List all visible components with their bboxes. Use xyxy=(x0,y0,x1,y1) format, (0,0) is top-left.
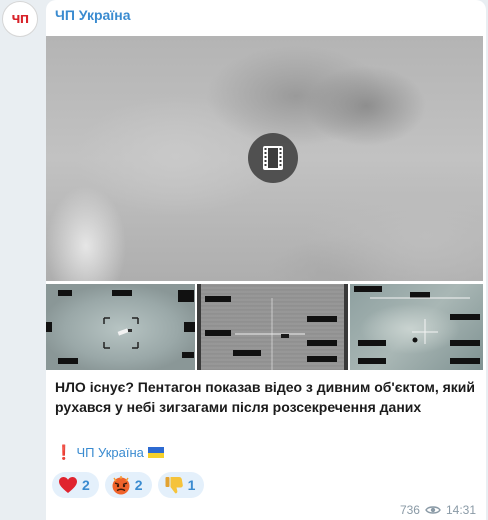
play-video-button[interactable] xyxy=(248,133,298,183)
eye-icon xyxy=(425,506,441,514)
reactions-bar: 2 2 1 xyxy=(52,472,205,498)
message-time: 14:31 xyxy=(445,503,476,517)
message-bubble: ЧП Україна НЛО існує? Пентагон показав в… xyxy=(46,0,486,520)
reaction-count: 2 xyxy=(134,477,143,493)
thumbs-down-icon xyxy=(165,477,183,494)
thumbnail-2[interactable] xyxy=(197,284,348,370)
signature-link[interactable]: ❗ ЧП Україна xyxy=(55,444,164,461)
reaction-count: 2 xyxy=(82,477,90,493)
media-thumbnails xyxy=(46,284,483,370)
message-text: НЛО існує? Пентагон показав відео з дивн… xyxy=(55,379,476,415)
reaction-angry[interactable]: 2 xyxy=(104,472,152,498)
angry-face-icon xyxy=(112,476,130,495)
channel-avatar[interactable]: ЧП xyxy=(2,1,38,37)
views-count: 736 xyxy=(399,503,420,517)
avatar-text: ЧП xyxy=(11,12,29,26)
reaction-heart[interactable]: 2 xyxy=(52,472,99,498)
heart-icon xyxy=(59,477,77,493)
exclamation-icon: ❗ xyxy=(55,444,73,460)
message-meta: 736 14:31 xyxy=(400,503,476,517)
reaction-thumbs-down[interactable]: 1 xyxy=(157,472,205,498)
reaction-count: 1 xyxy=(187,477,196,493)
video-preview[interactable] xyxy=(46,36,483,281)
thumbnail-1[interactable] xyxy=(46,284,195,370)
thumbnail-3[interactable] xyxy=(350,284,483,370)
film-icon xyxy=(263,146,283,170)
ukraine-flag-icon xyxy=(147,447,164,458)
channel-name[interactable]: ЧП Україна xyxy=(55,7,131,23)
signature-text: ЧП Україна xyxy=(76,445,144,460)
